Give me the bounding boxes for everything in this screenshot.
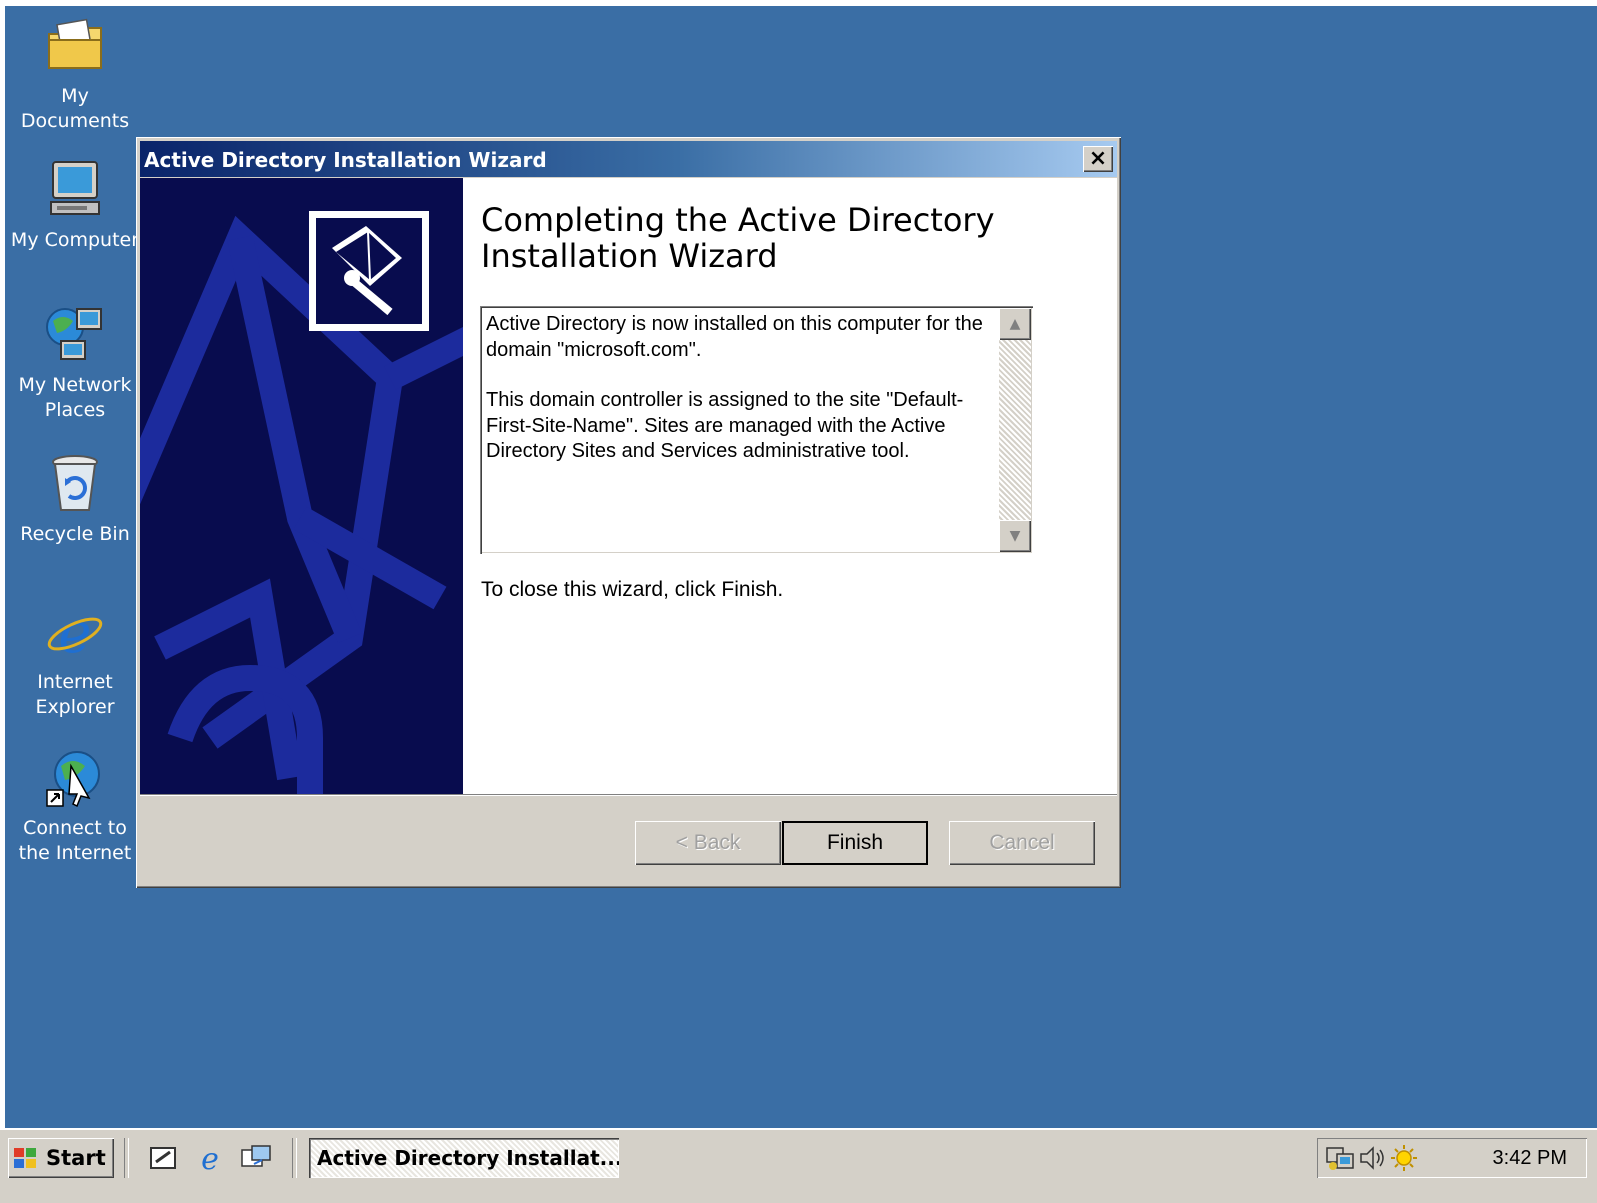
taskbar: Start e Active Directory Installat... 3:…	[0, 1128, 1597, 1203]
volume-icon[interactable]	[1357, 1144, 1387, 1172]
wizard-heading: Completing the Active Directory Installa…	[481, 201, 995, 275]
wizard-side-banner	[140, 178, 463, 794]
banner-artwork	[140, 178, 463, 794]
folder-icon	[43, 14, 107, 78]
summary-text: Active Directory is now installed on thi…	[486, 312, 996, 490]
vertical-scrollbar[interactable]: ▲ ▼	[999, 308, 1031, 552]
desktop-icon-my-network-places[interactable]: My Network Places	[5, 303, 145, 423]
desktop-icon-connect-to-internet[interactable]: Connect to the Internet	[5, 746, 145, 866]
button-separator	[140, 794, 1117, 796]
back-button[interactable]: < Back	[635, 821, 781, 865]
connect-internet-icon	[43, 746, 107, 810]
taskbar-divider	[124, 1138, 129, 1178]
summary-paragraph-install: Active Directory is now installed on thi…	[486, 313, 983, 361]
show-desktop-icon[interactable]	[148, 1142, 180, 1174]
taskbar-divider	[292, 1138, 297, 1178]
cancel-button[interactable]: Cancel	[949, 821, 1095, 865]
desktop-icon-label: Internet Explorer	[35, 671, 115, 718]
windows-logo-icon	[14, 1148, 36, 1168]
taskbar-window-label: Active Directory Installat...	[317, 1146, 619, 1170]
up-arrow-icon: ▲	[1009, 316, 1021, 332]
internet-explorer-icon[interactable]: e	[194, 1142, 226, 1177]
book-key-icon	[309, 211, 429, 331]
dialog-titlebar[interactable]: Active Directory Installation Wizard ×	[140, 141, 1117, 177]
taskbar-window-button[interactable]: Active Directory Installat...	[309, 1138, 619, 1178]
computer-icon	[43, 158, 107, 222]
clock[interactable]: 3:42 PM	[1493, 1138, 1567, 1178]
svg-text:e: e	[201, 1142, 219, 1174]
summary-textbox[interactable]: Active Directory is now installed on thi…	[480, 306, 1033, 554]
desktop-icon-my-computer[interactable]: My Computer	[5, 158, 145, 253]
desktop-icon-label: Connect to the Internet	[18, 817, 132, 864]
dialog-title: Active Directory Installation Wizard	[144, 148, 547, 172]
internet-explorer-icon: e	[43, 600, 107, 666]
desktop-icon-label: My Computer	[10, 229, 140, 251]
desktop-icon-recycle-bin[interactable]: Recycle Bin	[5, 452, 145, 547]
system-tray: 3:42 PM	[1317, 1138, 1587, 1178]
sun-icon[interactable]	[1389, 1144, 1419, 1172]
close-instructions: To close this wizard, click Finish.	[481, 578, 784, 601]
summary-paragraph-site: This domain controller is assigned to th…	[486, 389, 964, 462]
start-label: Start	[46, 1146, 106, 1170]
wizard-dialog: Active Directory Installation Wizard × C…	[136, 137, 1121, 888]
down-arrow-icon: ▼	[1009, 528, 1021, 544]
network-status-icon[interactable]	[1325, 1144, 1355, 1172]
desktop-icon-label: My Documents	[20, 85, 130, 132]
desktop-icon-label: Recycle Bin	[20, 523, 130, 545]
close-button[interactable]: ×	[1083, 146, 1113, 172]
desktop-icon-label: My Network Places	[18, 374, 132, 421]
recycle-bin-icon	[43, 452, 107, 516]
desktop-icon-internet-explorer[interactable]: e Internet Explorer	[5, 600, 145, 720]
scroll-up-button[interactable]: ▲	[999, 308, 1031, 340]
network-icon	[43, 303, 107, 367]
svg-text:e: e	[58, 601, 91, 664]
outlook-express-icon[interactable]	[240, 1142, 272, 1174]
wizard-content: Completing the Active Directory Installa…	[463, 178, 1117, 794]
desktop-icon-my-documents[interactable]: My Documents	[5, 14, 145, 134]
start-button[interactable]: Start	[8, 1138, 114, 1178]
scroll-down-button[interactable]: ▼	[999, 520, 1031, 552]
finish-button[interactable]: Finish	[782, 821, 928, 865]
